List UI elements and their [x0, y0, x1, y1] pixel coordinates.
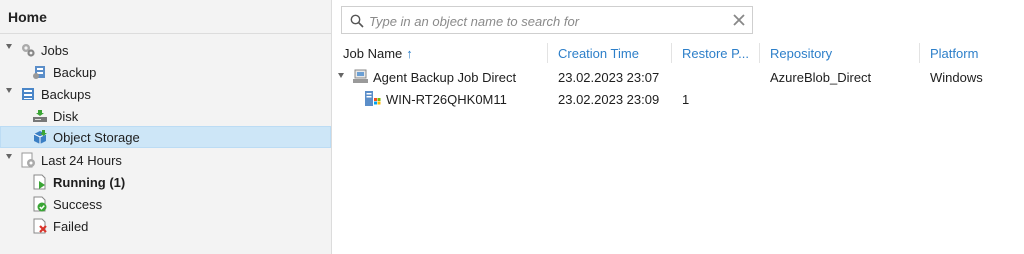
- backups-icon: [22, 88, 34, 100]
- tree-item-label: Backups: [41, 87, 91, 102]
- backup-job-icon: [33, 66, 45, 79]
- sort-arrow-up-icon: ↑: [406, 46, 413, 61]
- search-box[interactable]: Type in an object name to search for: [341, 6, 753, 34]
- tree-item-label: Failed: [53, 219, 89, 234]
- success-icon: [33, 196, 47, 212]
- search-input[interactable]: Type in an object name to search for: [369, 14, 579, 29]
- windows-server-icon: [365, 91, 381, 106]
- job-name-cell: Agent Backup Job Direct: [373, 70, 517, 85]
- platform-cell: Windows: [930, 70, 983, 85]
- column-separator[interactable]: [759, 43, 760, 63]
- column-separator[interactable]: [919, 43, 920, 63]
- disk-icon: [33, 110, 47, 122]
- column-separator[interactable]: [547, 43, 548, 63]
- clear-search-icon[interactable]: [732, 13, 746, 27]
- job-name-cell: WIN-RT26QHK0M11: [386, 92, 507, 107]
- column-header-platform[interactable]: Platform: [930, 46, 978, 61]
- search-icon: [350, 14, 364, 28]
- restore-points-cell: 1: [682, 92, 690, 107]
- tree-item-label: Object Storage: [53, 130, 140, 145]
- tree-item-last-24-hours[interactable]: Last 24 Hours: [0, 149, 331, 171]
- agent-job-icon: [353, 69, 368, 83]
- failed-icon: [33, 218, 47, 234]
- tree-item-label: Success: [53, 197, 103, 212]
- column-header-restore-points[interactable]: Restore P...: [682, 46, 749, 61]
- tree-item-label: Disk: [53, 109, 79, 124]
- last-24-hours-icon: [21, 152, 35, 168]
- tree-item-label: Backup: [53, 65, 97, 80]
- expand-arrow-icon[interactable]: [6, 88, 12, 93]
- creation-time-cell: 23.02.2023 23:07: [558, 70, 660, 85]
- expand-arrow-icon[interactable]: [6, 44, 12, 49]
- column-header-repository[interactable]: Repository: [770, 46, 832, 61]
- navigation-pane: Home Jobs Backup Backups Disk Object Sto…: [0, 0, 332, 254]
- running-icon: [33, 174, 46, 190]
- column-header-job-name[interactable]: Job Name ↑: [343, 46, 413, 61]
- repository-cell: AzureBlob_Direct: [770, 70, 872, 85]
- tree-item-label: Last 24 Hours: [41, 153, 122, 168]
- tree-item-object-storage[interactable]: Object Storage: [0, 126, 331, 148]
- content-pane: Type in an object name to search for Job…: [332, 0, 1024, 254]
- pane-title: Home: [8, 9, 47, 25]
- divider: [0, 33, 331, 34]
- tree-item-jobs[interactable]: Jobs: [0, 39, 331, 61]
- tree-item-label: Jobs: [41, 43, 69, 58]
- tree-item-disk[interactable]: Disk: [0, 105, 331, 127]
- object-storage-icon: [33, 130, 47, 144]
- expand-arrow-icon[interactable]: [338, 73, 344, 78]
- expand-arrow-icon[interactable]: [6, 154, 12, 159]
- tree-item-failed[interactable]: Failed: [0, 215, 331, 237]
- column-separator[interactable]: [671, 43, 672, 63]
- tree-item-label: Running (1): [53, 175, 126, 190]
- tree-item-backups[interactable]: Backups: [0, 83, 331, 105]
- tree-item-backup[interactable]: Backup: [0, 61, 331, 83]
- tree-item-success[interactable]: Success: [0, 193, 331, 215]
- column-header-creation-time[interactable]: Creation Time: [558, 46, 639, 61]
- jobs-gear-icon: [22, 44, 35, 57]
- creation-time-cell: 23.02.2023 23:09: [558, 92, 660, 107]
- tree-item-running[interactable]: Running (1): [0, 171, 331, 193]
